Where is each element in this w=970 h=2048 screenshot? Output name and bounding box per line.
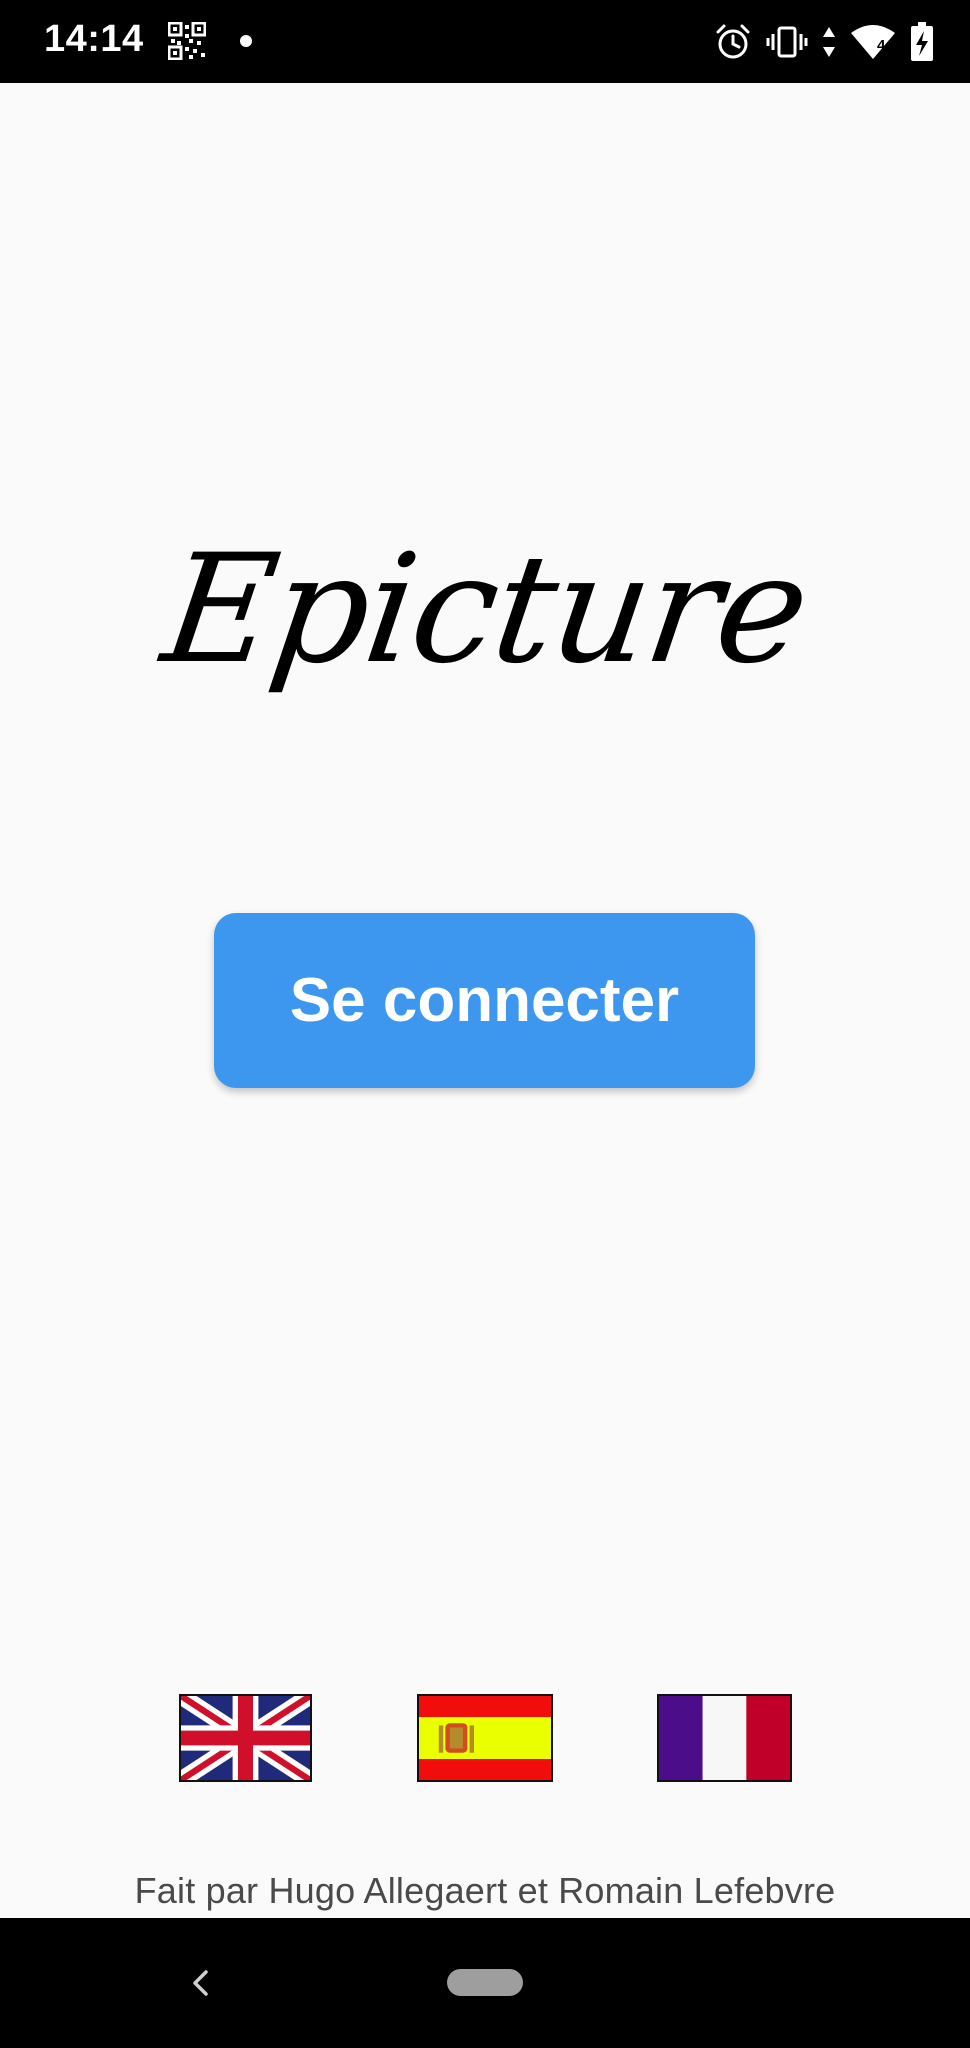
footer-credit: Fait par Hugo Allegaert et Romain Lefebv…	[134, 1870, 836, 1911]
back-icon[interactable]	[184, 1966, 218, 2000]
alarm-icon	[714, 23, 752, 61]
france-flag-icon	[659, 1696, 790, 1780]
signal-badge: 4	[877, 37, 886, 54]
status-bar: 14:14 4	[0, 0, 970, 83]
vibrate-icon	[766, 23, 808, 61]
connect-button[interactable]: Se connecter	[214, 913, 755, 1088]
language-selector	[0, 1694, 970, 1784]
status-time: 14:14	[44, 18, 144, 60]
logo-text: Epicture	[153, 523, 817, 697]
language-spanish-button[interactable]	[417, 1694, 553, 1782]
spain-flag-icon	[419, 1696, 551, 1780]
home-pill-icon[interactable]	[447, 1969, 523, 1996]
notification-dot-icon	[240, 35, 252, 47]
uk-flag-icon	[181, 1696, 310, 1780]
app-logo: Epicture	[0, 500, 970, 720]
qr-code-icon	[167, 21, 207, 61]
language-english-button[interactable]	[179, 1694, 312, 1782]
data-arrows-icon	[822, 23, 836, 61]
status-icons: 4	[714, 20, 934, 64]
wifi-icon: 4	[850, 23, 896, 61]
battery-charging-icon	[910, 22, 934, 62]
language-french-button[interactable]	[657, 1694, 792, 1782]
